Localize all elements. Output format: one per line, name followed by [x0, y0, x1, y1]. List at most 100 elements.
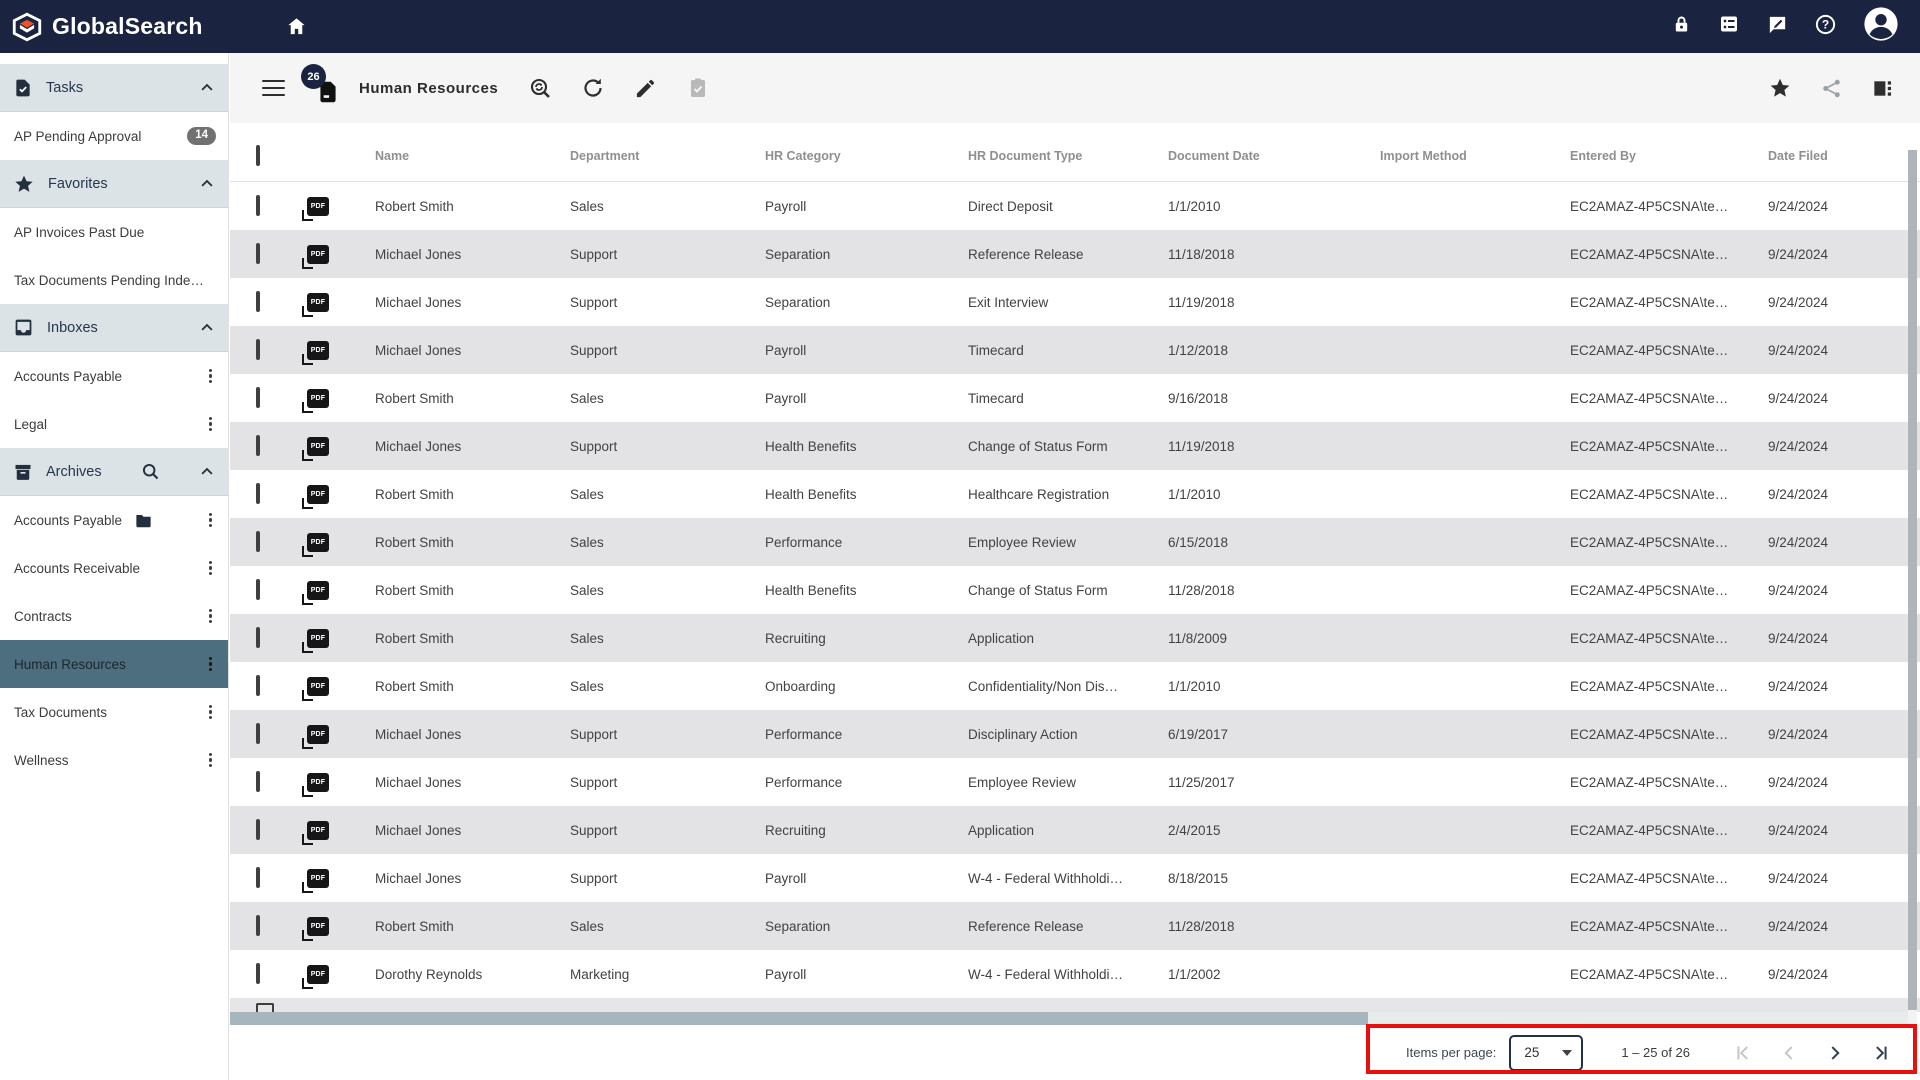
- kebab-menu-icon[interactable]: [205, 655, 216, 674]
- sidebar-item-accounts-payable[interactable]: Accounts Payable: [0, 496, 228, 544]
- row-checkbox[interactable]: [256, 339, 260, 360]
- row-checkbox[interactable]: [256, 579, 260, 600]
- row-checkbox[interactable]: [256, 819, 260, 840]
- sidebar-item-wellness[interactable]: Wellness: [0, 736, 228, 784]
- pdf-file-icon[interactable]: PDF: [307, 293, 329, 312]
- row-checkbox[interactable]: [256, 723, 260, 744]
- sidebar-item-tax-documents-pending-inde[interactable]: Tax Documents Pending Inde…: [0, 256, 228, 304]
- row-checkbox[interactable]: [256, 1003, 274, 1012]
- table-row[interactable]: PDFRobert SmithSalesHealth BenefitsHealt…: [230, 470, 1920, 518]
- pdf-file-icon[interactable]: PDF: [307, 965, 329, 984]
- column-header-entered-by[interactable]: Entered By: [1570, 149, 1768, 163]
- table-row[interactable]: PDFMichael JonesSupportSeparationReferen…: [230, 230, 1920, 278]
- column-header-hr-category[interactable]: HR Category: [765, 149, 968, 163]
- pdf-file-icon[interactable]: PDF: [307, 389, 329, 408]
- refresh-icon[interactable]: [581, 76, 605, 100]
- sidebar-item-tax-documents[interactable]: Tax Documents: [0, 688, 228, 736]
- app-switcher-icon[interactable]: [1717, 12, 1741, 41]
- chevron-up-icon[interactable]: [198, 79, 216, 97]
- table-row[interactable]: PDFRobert SmithSalesRecruitingApplicatio…: [230, 614, 1920, 662]
- table-row[interactable]: PDFMichael JonesSupportHealth BenefitsCh…: [230, 422, 1920, 470]
- horizontal-scrollbar-thumb[interactable]: [230, 1012, 1368, 1025]
- edit-icon[interactable]: [634, 77, 657, 100]
- vertical-scrollbar-thumb[interactable]: [1908, 150, 1917, 1010]
- kebab-menu-icon[interactable]: [205, 511, 216, 530]
- vertical-scrollbar[interactable]: [1908, 150, 1917, 1065]
- sidebar-item-contracts[interactable]: Contracts: [0, 592, 228, 640]
- table-row[interactable]: PDFRobert SmithSalesPerformanceEmployee …: [230, 518, 1920, 566]
- help-icon[interactable]: ?: [1814, 13, 1837, 41]
- pdf-file-icon[interactable]: PDF: [307, 869, 329, 888]
- chevron-up-icon[interactable]: [198, 319, 216, 337]
- pdf-file-icon[interactable]: PDF: [307, 677, 329, 696]
- column-header-date-filed[interactable]: Date Filed: [1768, 149, 1920, 163]
- row-checkbox[interactable]: [256, 675, 260, 696]
- row-checkbox[interactable]: [256, 531, 260, 552]
- table-row[interactable]: PDFMichael JonesSupportRecruitingApplica…: [230, 806, 1920, 854]
- sidebar-item-ap-pending-approval[interactable]: AP Pending Approval14: [0, 112, 228, 160]
- chevron-up-icon[interactable]: [198, 463, 216, 481]
- favorite-star-icon[interactable]: [1768, 76, 1792, 100]
- sidebar-section-archives[interactable]: Archives: [0, 448, 228, 496]
- sidebar-item-legal[interactable]: Legal: [0, 400, 228, 448]
- search-icon[interactable]: [140, 461, 161, 482]
- table-row[interactable]: PDFRobert SmithSalesSeparationReference …: [230, 902, 1920, 950]
- table-row[interactable]: PDFMichael JonesSupportSeparationExit In…: [230, 278, 1920, 326]
- avatar[interactable]: [1862, 5, 1900, 48]
- table-row[interactable]: PDFRobert SmithSalesPayrollDirect Deposi…: [230, 182, 1920, 230]
- horizontal-scrollbar[interactable]: [230, 1012, 1908, 1025]
- table-row[interactable]: PDFMichael JonesSupportPayrollW-4 - Fede…: [230, 854, 1920, 902]
- items-per-page-select[interactable]: 25: [1509, 1035, 1583, 1071]
- pdf-file-icon[interactable]: PDF: [307, 917, 329, 936]
- kebab-menu-icon[interactable]: [205, 415, 216, 434]
- kebab-menu-icon[interactable]: [205, 559, 216, 578]
- row-checkbox[interactable]: [256, 387, 260, 408]
- refine-search-icon[interactable]: [528, 76, 552, 100]
- row-checkbox[interactable]: [256, 963, 260, 984]
- kebab-menu-icon[interactable]: [205, 367, 216, 386]
- home-icon[interactable]: [285, 15, 308, 38]
- pdf-file-icon[interactable]: PDF: [307, 821, 329, 840]
- row-checkbox[interactable]: [256, 435, 260, 456]
- table-row[interactable]: PDFDorothy ReynoldsMarketingPayrollW-4 -…: [230, 950, 1920, 998]
- menu-icon[interactable]: [262, 80, 285, 97]
- row-checkbox[interactable]: [256, 483, 260, 504]
- layout-icon[interactable]: [1871, 77, 1894, 100]
- column-header-document-date[interactable]: Document Date: [1168, 149, 1380, 163]
- column-header-department[interactable]: Department: [570, 149, 765, 163]
- pdf-file-icon[interactable]: PDF: [307, 485, 329, 504]
- kebab-menu-icon[interactable]: [205, 703, 216, 722]
- pdf-file-icon[interactable]: PDF: [307, 341, 329, 360]
- share-icon[interactable]: [1820, 77, 1843, 100]
- row-checkbox[interactable]: [256, 915, 260, 936]
- sidebar-item-accounts-payable[interactable]: Accounts Payable: [0, 352, 228, 400]
- row-checkbox[interactable]: [256, 867, 260, 888]
- chevron-up-icon[interactable]: [198, 175, 216, 193]
- pdf-file-icon[interactable]: PDF: [307, 245, 329, 264]
- table-row[interactable]: PDFMichael JonesSupportPayrollTimecard1/…: [230, 326, 1920, 374]
- kebab-menu-icon[interactable]: [205, 751, 216, 770]
- table-row[interactable]: PDFRobert SmithSalesOnboardingConfidenti…: [230, 662, 1920, 710]
- row-checkbox[interactable]: [256, 771, 260, 792]
- kebab-menu-icon[interactable]: [205, 607, 216, 626]
- row-checkbox[interactable]: [256, 195, 260, 216]
- sidebar-item-human-resources[interactable]: Human Resources: [0, 640, 228, 688]
- table-row[interactable]: PDFRobert SmithSalesPayrollTimecard9/16/…: [230, 374, 1920, 422]
- lock-icon[interactable]: [1671, 14, 1692, 40]
- table-row[interactable]: PDFRobert SmithSalesHealth BenefitsChang…: [230, 566, 1920, 614]
- pdf-file-icon[interactable]: PDF: [307, 533, 329, 552]
- row-checkbox[interactable]: [256, 627, 260, 648]
- sidebar-section-favorites[interactable]: Favorites: [0, 160, 228, 208]
- pdf-file-icon[interactable]: PDF: [307, 773, 329, 792]
- row-checkbox[interactable]: [256, 291, 260, 312]
- pdf-file-icon[interactable]: PDF: [307, 437, 329, 456]
- sidebar-section-inboxes[interactable]: Inboxes: [0, 304, 228, 352]
- pdf-file-icon[interactable]: PDF: [307, 581, 329, 600]
- next-page-button[interactable]: [1812, 1035, 1858, 1071]
- sidebar-item-accounts-receivable[interactable]: Accounts Receivable: [0, 544, 228, 592]
- row-checkbox[interactable]: [256, 243, 260, 264]
- sidebar-item-ap-invoices-past-due[interactable]: AP Invoices Past Due: [0, 208, 228, 256]
- column-header-hr-document-type[interactable]: HR Document Type: [968, 149, 1168, 163]
- feedback-icon[interactable]: [1766, 13, 1789, 41]
- sidebar-section-tasks[interactable]: Tasks: [0, 64, 228, 112]
